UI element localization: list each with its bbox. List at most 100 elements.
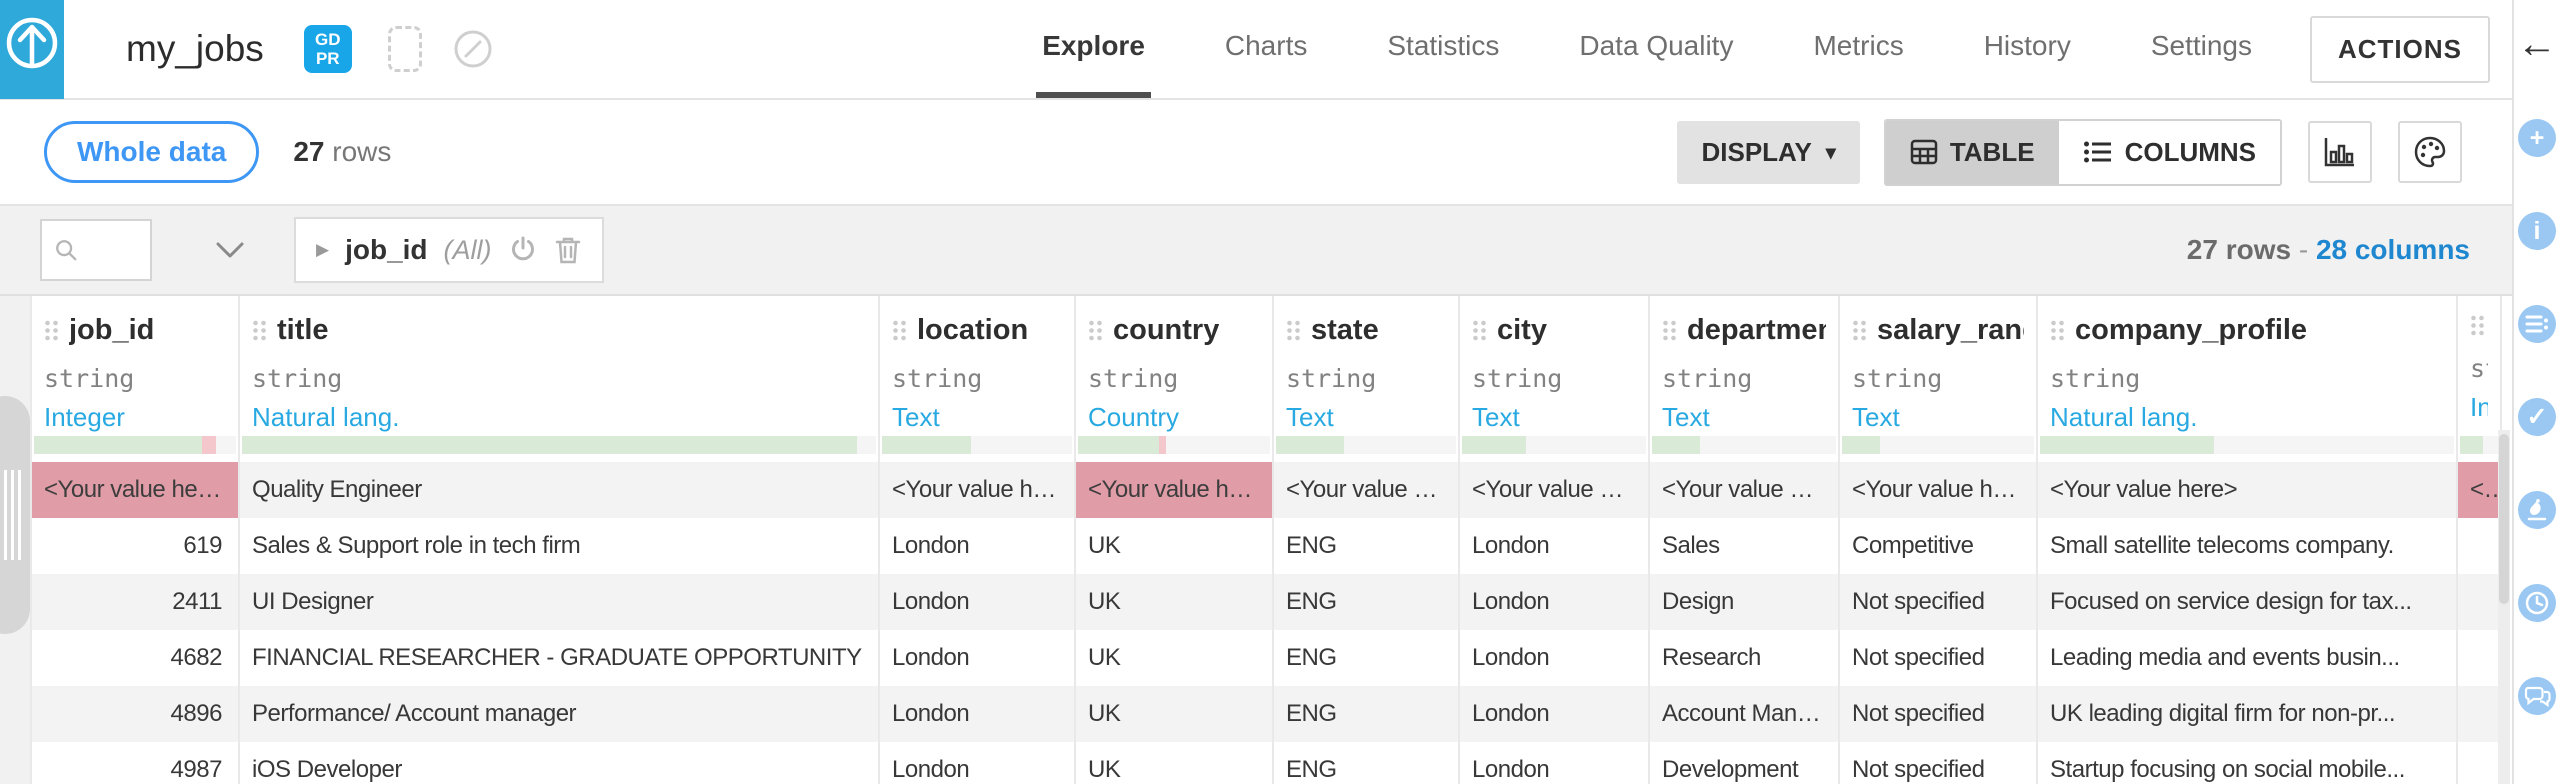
display-button[interactable]: DISPLAY ▾: [1677, 120, 1860, 184]
schema-icon[interactable]: [2518, 305, 2556, 343]
column-meaning[interactable]: Text: [1662, 402, 1826, 433]
column-meaning[interactable]: Text: [1472, 402, 1636, 433]
table-cell[interactable]: <Your value here>: [1460, 462, 1648, 518]
table-cell[interactable]: [2458, 518, 2500, 574]
column-name[interactable]: title: [277, 314, 329, 347]
table-cell[interactable]: <Your value here>: [1076, 462, 1272, 518]
lab-icon[interactable]: [2518, 491, 2556, 529]
column-name[interactable]: location: [917, 314, 1028, 347]
scrollbar-thumb[interactable]: [2499, 434, 2509, 604]
table-cell[interactable]: UK: [1076, 742, 1272, 784]
columns-view-button[interactable]: COLUMNS: [2058, 120, 2280, 184]
table-cell[interactable]: <Your value here>: [32, 462, 238, 518]
search-input[interactable]: [78, 235, 138, 265]
history-clock-icon[interactable]: [2518, 584, 2556, 622]
table-cell[interactable]: Competitive: [1840, 518, 2036, 574]
table-cell[interactable]: <Your value here>: [880, 462, 1074, 518]
column-name[interactable]: department: [1687, 314, 1826, 347]
columns-count-link[interactable]: 28 columns: [2316, 234, 2470, 265]
table-cell[interactable]: London: [1460, 742, 1648, 784]
column-meaning[interactable]: Natural lang.: [2050, 402, 2444, 433]
discussions-icon[interactable]: [2518, 677, 2556, 715]
table-cell[interactable]: FINANCIAL RESEARCHER - GRADUATE OPPORTUN…: [240, 630, 878, 686]
tab-history[interactable]: History: [1978, 0, 2077, 98]
column-header-department[interactable]: department string Text: [1650, 296, 1838, 433]
table-cell[interactable]: London: [1460, 574, 1648, 630]
column-header-title[interactable]: title string Natural lang.: [240, 296, 878, 433]
table-cell[interactable]: Performance/ Account manager: [240, 686, 878, 742]
dataiku-logo-icon[interactable]: [0, 0, 64, 99]
sample-selector-button[interactable]: Whole data: [44, 121, 260, 183]
column-header-job_id[interactable]: job_id string Integer: [32, 296, 238, 432]
trash-icon[interactable]: [554, 235, 582, 265]
table-cell[interactable]: 4987: [32, 742, 238, 784]
column-meaning[interactable]: Text: [1852, 402, 2024, 433]
table-cell[interactable]: UI Designer: [240, 574, 878, 630]
tab-charts[interactable]: Charts: [1219, 0, 1313, 98]
table-cell[interactable]: Quality Engineer: [240, 462, 878, 518]
chevron-down-icon[interactable]: [214, 241, 246, 259]
table-view-button[interactable]: TABLE: [1885, 120, 2059, 184]
table-cell[interactable]: iOS Developer: [240, 742, 878, 784]
column-name[interactable]: job_id: [69, 314, 154, 347]
table-cell[interactable]: Not specified: [1840, 686, 2036, 742]
table-cell[interactable]: Sales & Support role in tech firm: [240, 518, 878, 574]
table-cell[interactable]: 619: [32, 518, 238, 574]
table-cell[interactable]: ENG: [1274, 630, 1458, 686]
drag-handle-icon[interactable]: [44, 319, 59, 342]
drag-handle-icon[interactable]: [252, 319, 267, 342]
drag-handle-icon[interactable]: [1472, 319, 1487, 342]
table-cell[interactable]: London: [880, 630, 1074, 686]
table-cell[interactable]: London: [880, 686, 1074, 742]
column-header-country[interactable]: country string Country: [1076, 296, 1272, 432]
table-cell[interactable]: [2458, 574, 2500, 630]
palette-icon-button[interactable]: [2398, 121, 2462, 183]
column-name[interactable]: city: [1497, 314, 1547, 347]
table-cell[interactable]: UK leading digital firm for non-pr...: [2038, 686, 2456, 742]
table-cell[interactable]: Account Mana...: [1650, 686, 1838, 742]
table-cell[interactable]: UK: [1076, 686, 1272, 742]
chart-icon-button[interactable]: [2308, 121, 2372, 183]
column-meaning[interactable]: Integer: [2470, 392, 2488, 423]
table-cell[interactable]: <Your value here>: [1840, 462, 2036, 518]
table-cell[interactable]: London: [880, 574, 1074, 630]
panel-resize-handle[interactable]: [0, 396, 30, 634]
column-header-location[interactable]: location string Text: [880, 296, 1074, 433]
filter-chip-job-id[interactable]: ▶ job_id (All): [294, 217, 604, 283]
power-icon[interactable]: [508, 235, 538, 265]
table-cell[interactable]: Research: [1650, 630, 1838, 686]
column-header-state[interactable]: state string Text: [1274, 296, 1458, 432]
column-meaning[interactable]: Text: [892, 402, 1062, 433]
tab-statistics[interactable]: Statistics: [1381, 0, 1505, 98]
drag-handle-icon[interactable]: [892, 319, 907, 342]
table-cell[interactable]: Small satellite telecoms company.: [2038, 518, 2456, 574]
table-cell[interactable]: <Your value here>: [2458, 462, 2500, 518]
drag-handle-icon[interactable]: [2470, 314, 2485, 337]
table-cell[interactable]: [2458, 742, 2500, 784]
drag-handle-icon[interactable]: [2050, 319, 2065, 342]
drag-handle-icon[interactable]: [1088, 319, 1103, 342]
vertical-scrollbar[interactable]: [2498, 430, 2510, 784]
column-name[interactable]: country: [1113, 314, 1219, 347]
table-cell[interactable]: London: [1460, 686, 1648, 742]
table-cell[interactable]: Not specified: [1840, 574, 2036, 630]
column-name[interactable]: state: [1311, 314, 1379, 347]
tab-metrics[interactable]: Metrics: [1807, 0, 1909, 98]
table-cell[interactable]: ENG: [1274, 574, 1458, 630]
drag-handle-icon[interactable]: [1286, 319, 1301, 342]
column-meaning[interactable]: Natural lang.: [252, 402, 866, 433]
actions-button[interactable]: ACTIONS: [2310, 15, 2490, 83]
table-cell[interactable]: 2411: [32, 574, 238, 630]
table-cell[interactable]: Development: [1650, 742, 1838, 784]
back-arrow-icon[interactable]: ←: [2517, 24, 2557, 64]
table-cell[interactable]: <Your value here>: [1650, 462, 1838, 518]
table-cell[interactable]: Design: [1650, 574, 1838, 630]
table-cell[interactable]: 4896: [32, 686, 238, 742]
triangle-right-icon[interactable]: ▶: [316, 240, 329, 260]
table-cell[interactable]: London: [1460, 518, 1648, 574]
table-cell[interactable]: London: [1460, 630, 1648, 686]
table-cell[interactable]: Not specified: [1840, 630, 2036, 686]
table-cell[interactable]: ENG: [1274, 686, 1458, 742]
table-cell[interactable]: Not specified: [1840, 742, 2036, 784]
status-check-icon[interactable]: ✓: [2518, 398, 2556, 436]
